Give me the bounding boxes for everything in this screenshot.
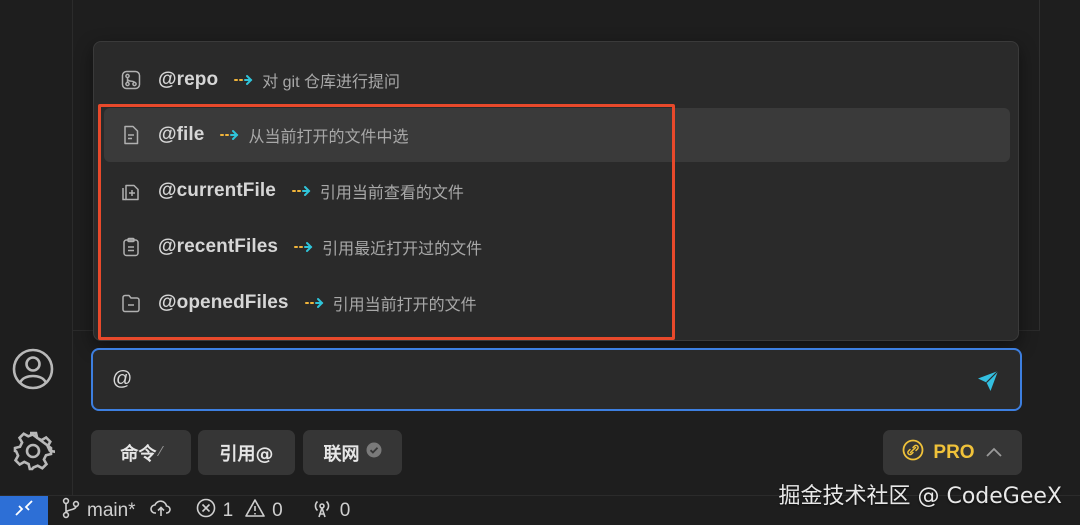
cloud-upload-icon	[149, 499, 172, 523]
pro-button[interactable]: PRO	[883, 430, 1022, 475]
suggestion-desc: 引用当前打开的文件	[332, 297, 477, 314]
pro-icon	[902, 439, 924, 466]
branch-name: main*	[87, 499, 136, 521]
ports-count: 0	[339, 499, 351, 521]
error-count: 1	[222, 499, 234, 521]
arrow-icon	[294, 241, 314, 253]
reference-button[interactable]: 引用@	[198, 430, 295, 475]
suggestion-item-current-file[interactable]: @currentFile 引用当前查看的文件	[104, 164, 1010, 218]
gear-icon[interactable]	[10, 428, 56, 474]
web-search-button[interactable]: 联网	[303, 430, 402, 475]
pro-label: PRO	[933, 441, 975, 463]
broadcast-icon	[311, 498, 333, 524]
send-icon[interactable]	[976, 369, 1000, 393]
suggestion-name: @currentFile	[158, 180, 276, 201]
warning-icon	[245, 498, 265, 524]
app-window: @repo 对 git 仓库进行提问 @file 从当前打开的文件中选 @cur…	[0, 0, 1080, 525]
sync-button[interactable]	[149, 499, 172, 523]
watermark: 掘金技术社区 @ CodeGeeX	[778, 484, 1063, 509]
account-icon[interactable]	[10, 346, 56, 392]
suggestion-name: @repo	[158, 69, 219, 90]
arrow-icon	[220, 129, 240, 141]
suggestion-desc: 引用最近打开过的文件	[322, 241, 483, 258]
arrow-icon	[234, 74, 254, 86]
file-icon	[121, 125, 141, 145]
error-icon	[196, 498, 216, 524]
web-search-label: 联网	[323, 443, 360, 465]
suggestion-desc: 引用当前查看的文件	[319, 185, 464, 202]
check-circle-icon	[366, 442, 382, 463]
reference-label: 引用@	[219, 443, 274, 465]
suggestion-item-file[interactable]: @file 从当前打开的文件中选	[104, 108, 1010, 162]
suggestion-desc: 对 git 仓库进行提问	[262, 74, 400, 91]
suggestion-item-recent-files[interactable]: @recentFiles 引用最近打开过的文件	[104, 220, 1010, 274]
opened-files-icon	[121, 293, 141, 313]
suggestion-name: @openedFiles	[158, 292, 289, 313]
remote-icon	[14, 498, 34, 524]
activity-bar	[0, 0, 73, 495]
branch-indicator[interactable]: main*	[62, 497, 136, 525]
warning-count: 0	[272, 499, 283, 521]
suggestion-name: @file	[158, 124, 205, 145]
suggestion-item-repo[interactable]: @repo 对 git 仓库进行提问	[104, 53, 1010, 107]
arrow-icon	[291, 185, 312, 197]
current-file-icon	[121, 181, 141, 201]
context-suggestion-popup: @repo 对 git 仓库进行提问 @file 从当前打开的文件中选 @cur…	[93, 41, 1019, 341]
recent-files-icon	[121, 237, 141, 257]
panel-border	[1039, 0, 1040, 330]
arrow-icon	[304, 297, 325, 309]
chat-input-box	[91, 348, 1022, 411]
git-repo-icon	[121, 70, 141, 90]
suggestion-desc: 从当前打开的文件中选	[248, 129, 409, 146]
suggestion-item-opened-files[interactable]: @openedFiles 引用当前打开的文件	[104, 276, 1010, 330]
problems-indicator[interactable]: 1 0	[196, 498, 283, 524]
git-branch-icon	[62, 497, 80, 525]
suggestion-name: @recentFiles	[158, 236, 279, 257]
command-button[interactable]: 命令 ⁄	[91, 430, 191, 475]
remote-indicator[interactable]	[0, 495, 48, 525]
command-label: 命令	[120, 443, 157, 465]
command-shortcut-hint: ⁄	[159, 445, 162, 460]
ports-indicator[interactable]: 0	[311, 498, 351, 524]
chevron-up-icon	[985, 442, 1003, 463]
chat-input[interactable]	[112, 368, 962, 391]
